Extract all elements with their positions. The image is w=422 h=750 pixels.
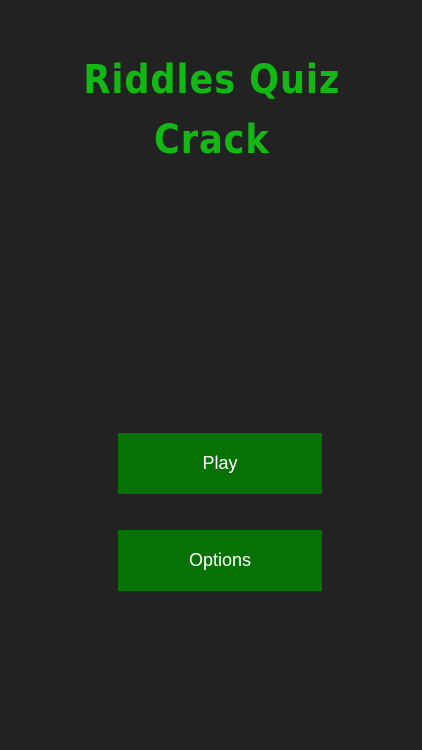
options-button[interactable]: Options (118, 530, 322, 591)
main-menu-screen: Riddles Quiz Crack Play Options (0, 0, 422, 750)
options-button-label: Options (188, 550, 252, 570)
play-button-label: Play (202, 453, 238, 473)
game-title: Riddles Quiz Crack (26, 50, 397, 170)
game-title-line-2: Crack (154, 117, 270, 163)
game-title-line-1: Riddles Quiz (83, 57, 341, 103)
play-button[interactable]: Play (118, 433, 322, 494)
